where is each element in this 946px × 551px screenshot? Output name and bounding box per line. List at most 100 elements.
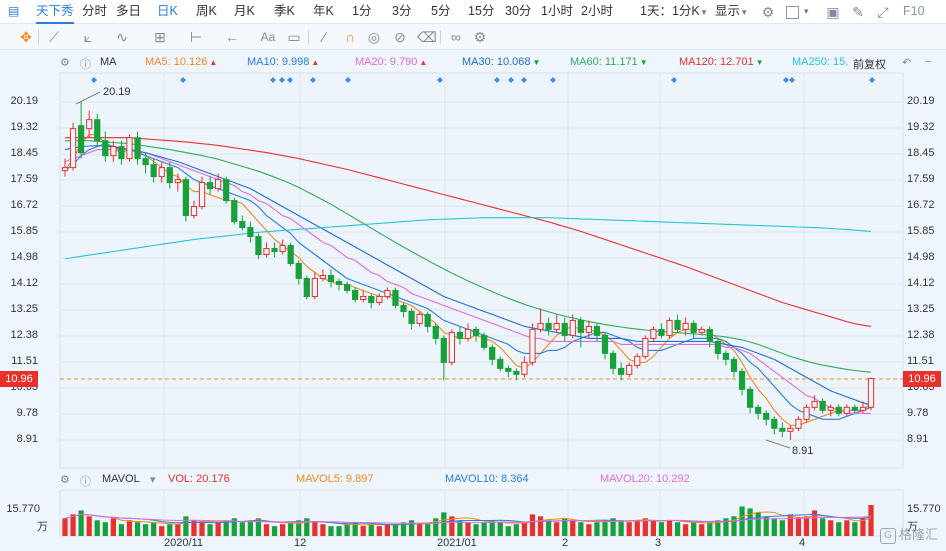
price-axis-right-label: 16.72 [907, 199, 935, 211]
candle-body [690, 322, 697, 333]
vol-label[interactable]: MAVOL [102, 473, 140, 485]
candle-body [174, 179, 181, 184]
volume-bar [417, 524, 423, 536]
volume-bar [868, 505, 874, 536]
candle-body [360, 295, 367, 300]
candle-body [569, 319, 576, 336]
volume-bar [408, 520, 415, 536]
price-axis-left-label: 13.25 [10, 303, 38, 315]
volume-bar [779, 520, 785, 536]
price-axis-left-label: 12.38 [10, 329, 38, 341]
volume-bar [207, 524, 213, 536]
candle-body [505, 367, 512, 372]
candle-body [255, 236, 262, 256]
candle-body [198, 182, 206, 208]
price-axis-left-label: 19.32 [10, 121, 38, 133]
price-axis-left-label: 14.12 [10, 277, 38, 289]
candle-body [158, 167, 165, 178]
vol-legend-item-0: VOL: 20.176 [168, 473, 230, 485]
candle-body [682, 322, 689, 330]
candle-body [585, 325, 593, 333]
vol-dropdown-icon[interactable]: ▾ [150, 473, 156, 486]
candle-body [408, 310, 415, 324]
volume-bar [570, 520, 576, 536]
candle-body [472, 328, 480, 336]
candle-body [215, 179, 222, 190]
volume-bar [554, 522, 560, 536]
price-axis-right-label: 15.85 [907, 225, 935, 237]
candle-body [247, 227, 254, 238]
price-axis-right-label: 14.98 [907, 251, 935, 263]
volume-bar [247, 520, 253, 536]
candle-body [271, 248, 278, 253]
volume-bar [828, 520, 834, 536]
volume-bar [505, 526, 511, 536]
candle-body [142, 158, 149, 166]
x-axis-label: 4 [799, 537, 806, 549]
price-axis-right-label: 11.51 [907, 355, 934, 367]
candle-body [738, 370, 746, 390]
vol-info-icon[interactable]: ⓘ [80, 473, 91, 489]
candle-body [424, 313, 431, 327]
volume-bar [634, 520, 640, 536]
current-price-tag-left: 10.96 [0, 371, 38, 387]
volume-bar [529, 514, 536, 536]
candle-body [698, 328, 705, 333]
price-axis-left-label: 9.78 [16, 407, 38, 419]
price-axis-left-label: 11.51 [11, 355, 38, 367]
candle-body [303, 277, 310, 297]
volume-bar [142, 524, 149, 536]
candle-body [118, 146, 125, 160]
candle-body [618, 367, 625, 375]
stock-chart-app: 天下秀 ▤ 分时 多日 日K 周K 月K 季K 年K 1分 3分 5分 15分 30分 1小时 2小时 1… [0, 0, 946, 551]
price-axis-right-label: 20.19 [907, 95, 935, 107]
volume-bar [844, 520, 850, 536]
candle-body [464, 328, 472, 339]
candle-body [134, 137, 141, 160]
volume-bar [497, 522, 503, 536]
current-price-tag-right: 10.96 [903, 371, 941, 387]
volume-bar [836, 522, 842, 536]
volume-bar [465, 522, 471, 536]
candle-body [343, 283, 351, 291]
candle-body [795, 418, 802, 429]
vol-axis-unit-left: 万 [37, 521, 48, 533]
volume-bar [280, 524, 286, 536]
candle-body [722, 352, 730, 360]
candle-body [126, 137, 133, 160]
price-axis-right-label: 8.91 [907, 433, 929, 445]
candle-body [827, 406, 834, 411]
candle-body [489, 346, 496, 360]
candle-body [730, 358, 738, 372]
low-price-label: 8.91 [792, 445, 813, 457]
candle-body [642, 337, 649, 357]
x-axis-label: 2021/01 [437, 537, 477, 549]
volume-bar [594, 522, 600, 536]
volume-bar [820, 518, 826, 536]
price-axis-left-label: 20.19 [10, 95, 38, 107]
volume-bar [747, 508, 753, 536]
price-axis-right-label: 17.59 [907, 173, 935, 185]
x-axis-label: 3 [655, 537, 662, 549]
volume-bar [62, 518, 68, 536]
candle-body [102, 140, 109, 157]
volume-bar [368, 524, 374, 536]
vol-settings-icon[interactable]: ⚙ [60, 473, 70, 486]
vol-axis-top-left: 15.770 [6, 503, 40, 515]
candle-body [440, 337, 447, 363]
candle-body [835, 406, 842, 414]
candle-body [626, 364, 633, 375]
volume-bar [658, 522, 665, 536]
candle-body [206, 182, 214, 190]
candle-body [674, 319, 681, 330]
volume-bar [441, 512, 447, 536]
candle-body [263, 248, 270, 256]
candle-body [392, 289, 399, 306]
volume-bar [795, 518, 802, 536]
candle-body [537, 322, 544, 330]
candle-body [601, 334, 609, 354]
candle-body [859, 406, 867, 411]
volume-bar [288, 522, 294, 536]
vol-legend-item-2: MAVOL10: 8.364 [445, 473, 529, 485]
price-axis-right-label: 12.38 [907, 329, 935, 341]
